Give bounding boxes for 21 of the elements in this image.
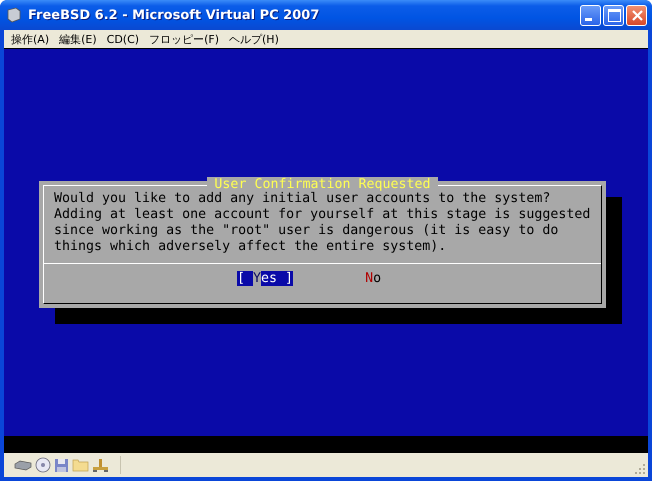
menu-item[interactable]: 操作(A) [8,32,56,46]
dialog-button[interactable]: No [365,271,382,286]
dialog-button[interactable]: [ Yes ] [237,271,294,286]
hard-drive-icon [14,458,32,472]
folder-icon [72,458,89,472]
disc-icon [35,457,51,473]
dialog-title: User Confirmation Requested [207,177,438,193]
menu-item[interactable]: フロッピー(F) [146,32,226,46]
computer-icon [6,7,22,23]
menu-item[interactable]: CD(C) [104,32,146,46]
window-title: FreeBSD 6.2 - Microsoft Virtual PC 2007 [28,8,320,22]
dialog-message: Would you like to add any initial user accounts to the system? Adding at least one account for yourself at this stage is suggested since working as the "root" user is dangerous (it is easy to do things which adversely affect the entire system). [53,191,590,255]
resize-grip-icon[interactable] [634,463,646,475]
minimize-button[interactable] [580,4,601,26]
menu-item[interactable]: ヘルプ(H) [226,32,286,46]
network-icon [92,458,109,472]
minimize-icon [584,18,592,21]
floppy-icon [54,458,69,472]
maximize-button[interactable] [603,4,624,26]
close-button[interactable] [626,4,647,26]
menu-item[interactable]: 編集(E) [56,32,104,46]
